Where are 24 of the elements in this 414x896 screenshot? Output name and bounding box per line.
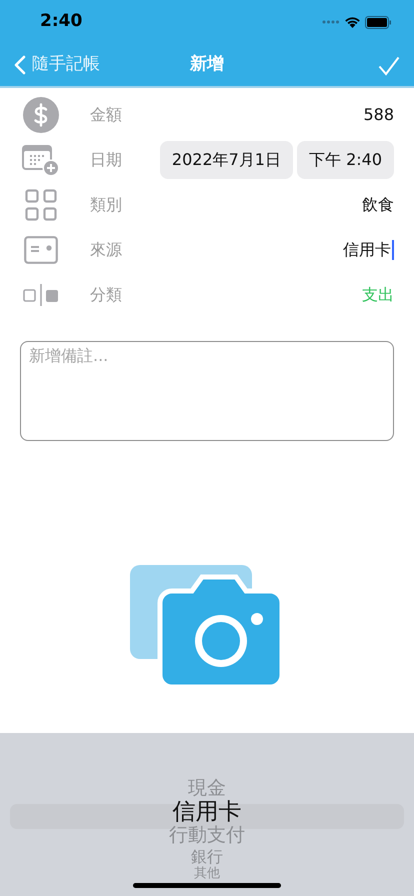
grid-icon xyxy=(25,188,57,220)
calendar-add-icon xyxy=(22,142,60,176)
signal-icon xyxy=(322,20,340,24)
field-label: 日期 xyxy=(90,148,123,170)
note-field[interactable]: 新增備註... xyxy=(20,341,394,441)
picker-option[interactable]: 信用卡 xyxy=(172,800,242,824)
date-picker-button[interactable]: 2022年7月1日 xyxy=(160,140,293,178)
status-time: 2:40 xyxy=(40,10,82,34)
field-label: 來源 xyxy=(90,238,123,260)
amount-value[interactable]: 588 xyxy=(363,102,394,126)
screen-title: 新增 xyxy=(190,54,224,74)
checkmark-icon xyxy=(378,56,400,76)
wifi-icon xyxy=(344,16,361,28)
field-label: 分類 xyxy=(90,284,123,306)
card-icon xyxy=(24,236,58,264)
field-label: 金額 xyxy=(90,104,123,126)
category-value[interactable]: 飲食 xyxy=(362,192,394,216)
source-value[interactable]: 信用卡 xyxy=(343,238,394,262)
battery-icon xyxy=(365,16,392,28)
time-picker-button[interactable]: 下午 2:40 xyxy=(296,140,394,178)
toggle-squares-icon xyxy=(23,284,59,306)
dollar-icon xyxy=(23,96,59,132)
field-label: 類別 xyxy=(90,194,123,216)
back-icon xyxy=(14,55,26,75)
